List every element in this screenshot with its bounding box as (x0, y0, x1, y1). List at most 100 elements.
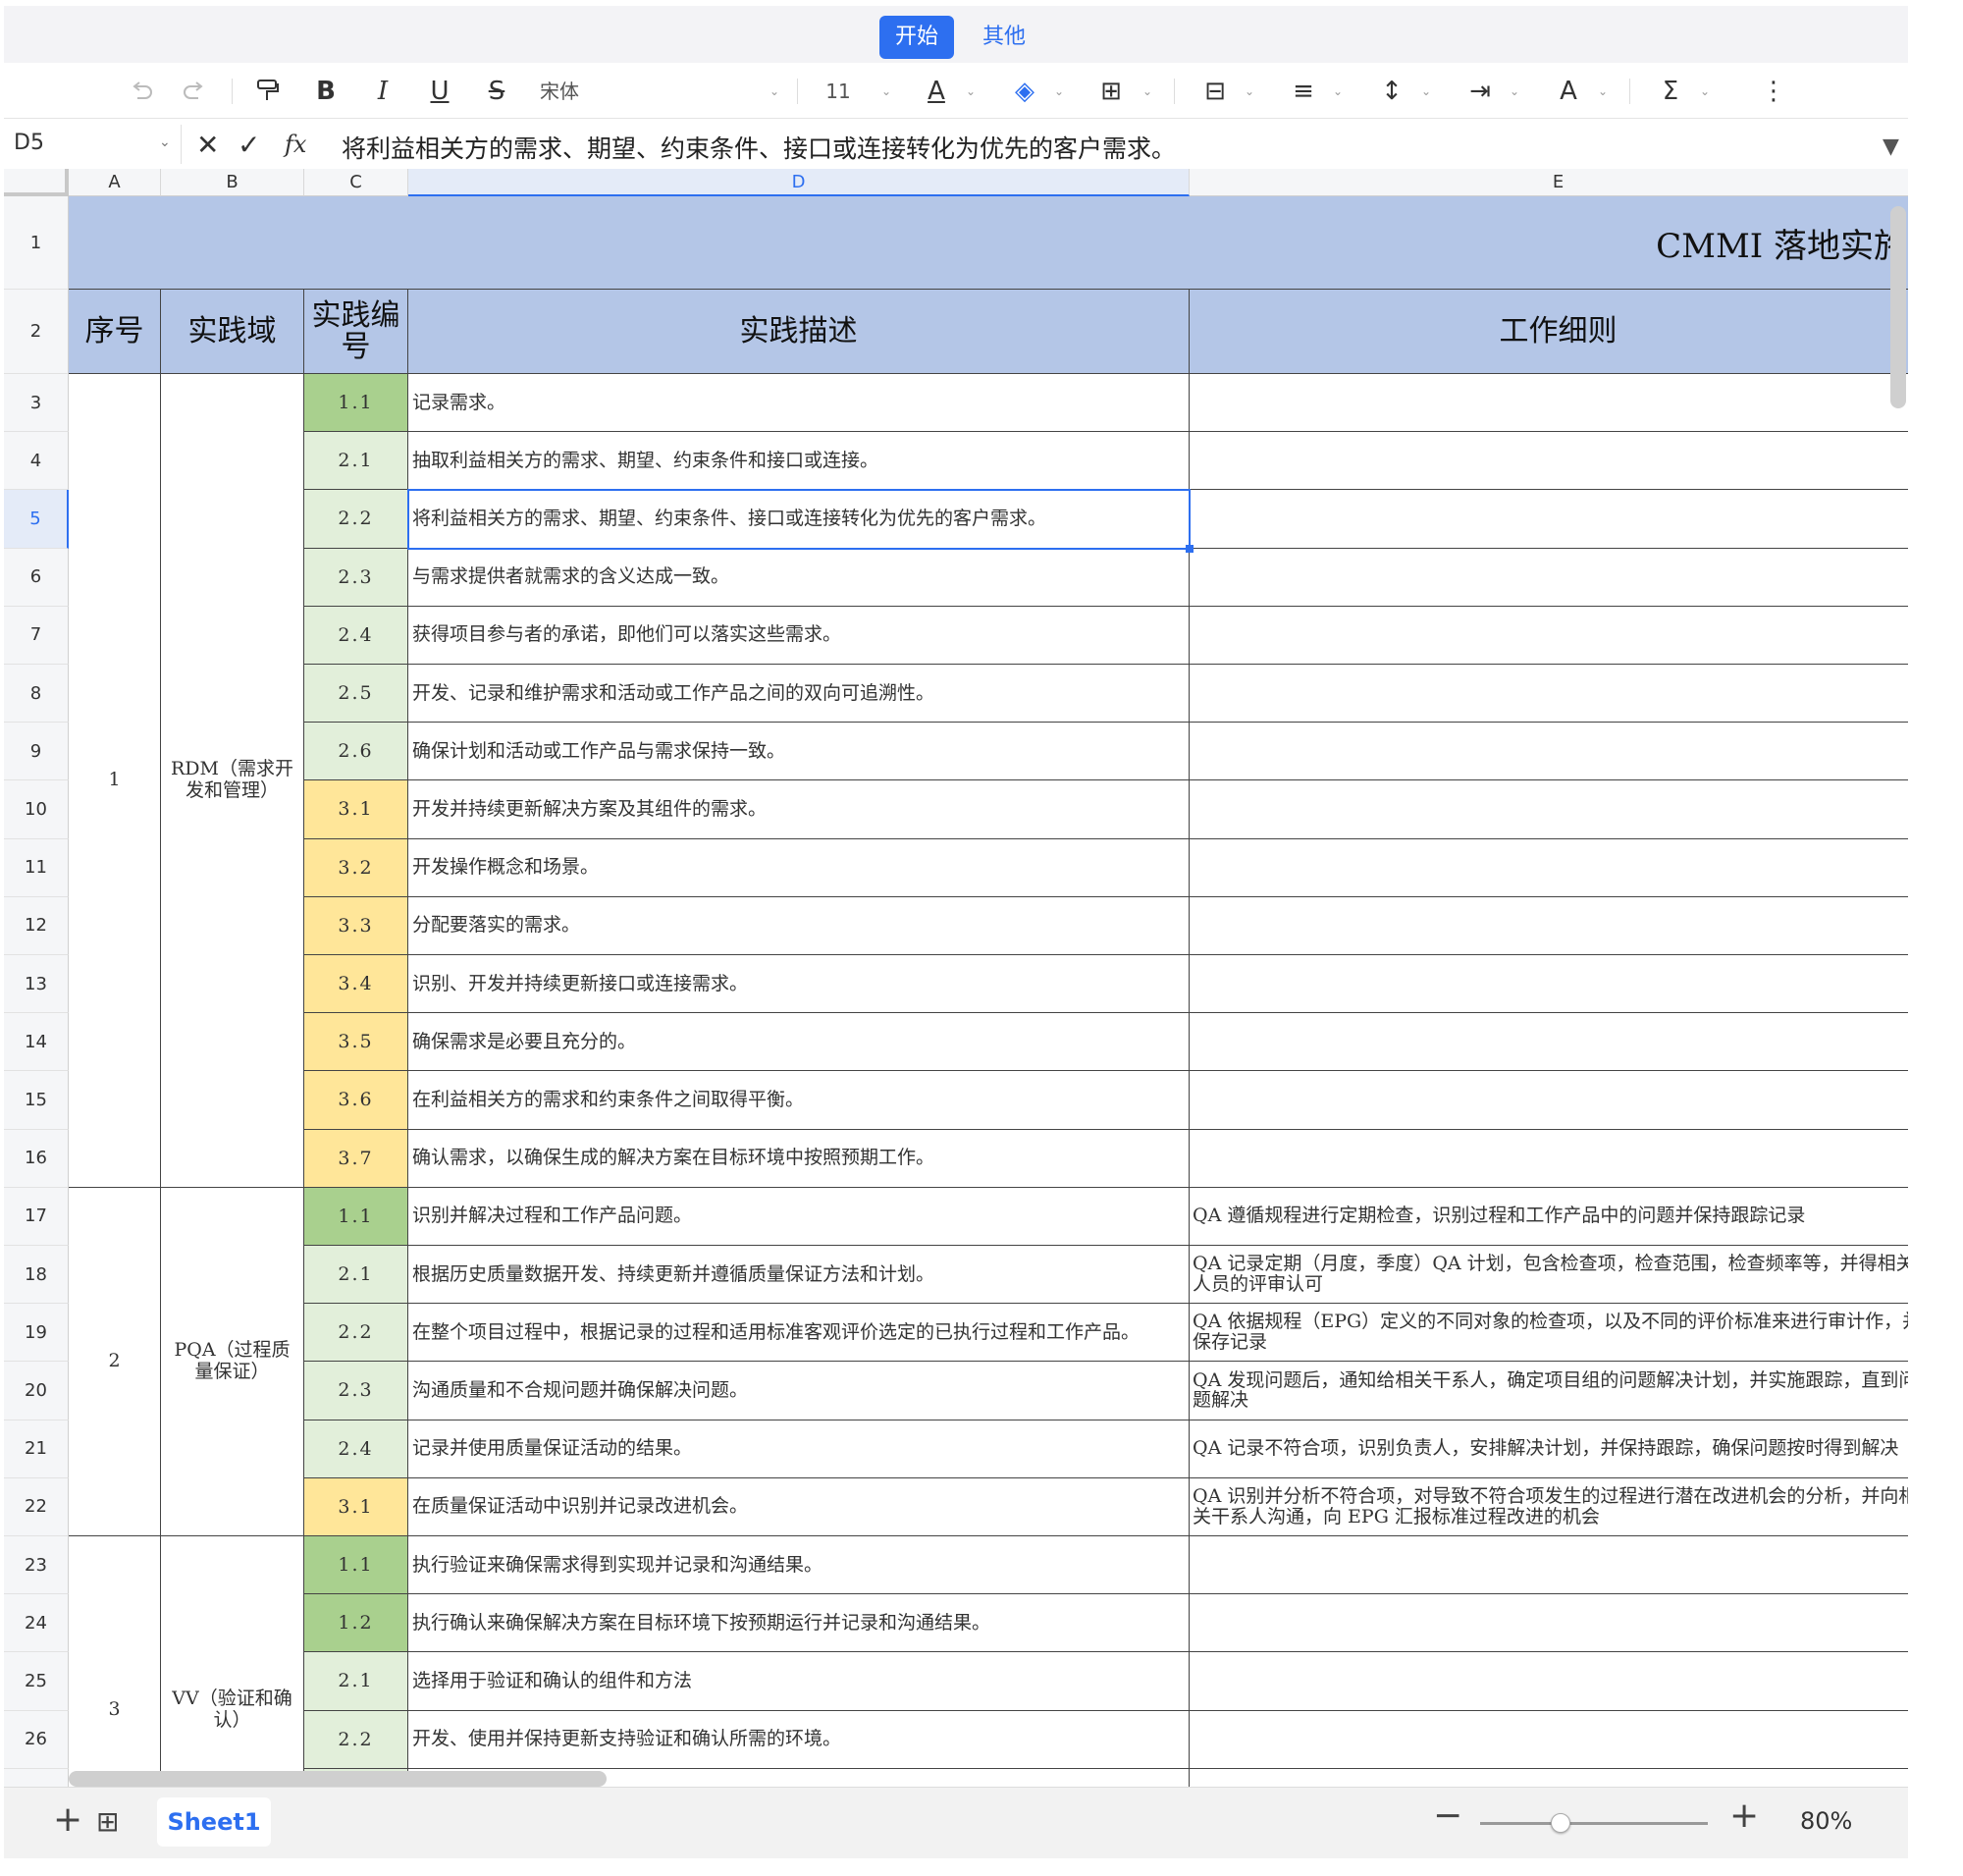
row-header[interactable]: 16 (4, 1129, 69, 1188)
practice-code-cell[interactable]: 3.5 (304, 1013, 408, 1072)
row-header[interactable]: 10 (4, 780, 69, 839)
horizontal-scrollbar[interactable] (69, 1771, 607, 1787)
practice-code-cell[interactable]: 1.1 (304, 1536, 408, 1595)
formula-input[interactable]: 将利益相关方的需求、期望、约束条件、接口或连接转化为优先的客户需求。 (342, 130, 1176, 165)
practice-code-cell[interactable]: 3.7 (304, 1129, 408, 1188)
practice-code-cell[interactable]: 3.2 (304, 838, 408, 897)
chevron-down-icon[interactable]: ⌄ (769, 84, 779, 98)
row-header[interactable]: 17 (4, 1187, 69, 1246)
tab-other[interactable]: 其他 (970, 16, 1038, 59)
work-detail-cell[interactable] (1190, 897, 1908, 955)
select-all-corner[interactable] (4, 169, 69, 196)
column-header-a[interactable]: A (69, 169, 161, 196)
chevron-down-icon[interactable]: ⌄ (159, 134, 171, 150)
practice-code-cell[interactable]: 1.1 (304, 1187, 408, 1246)
more-icon[interactable]: ⋮ (1761, 77, 1786, 106)
work-detail-cell[interactable]: QA 记录不符合项，识别负责人，安排解决计划，并保持跟踪，确保问题按时得到解决 (1190, 1420, 1908, 1478)
row-header[interactable]: 2 (4, 290, 69, 374)
practice-code-cell[interactable]: 2.3 (304, 548, 408, 607)
row-header[interactable]: 12 (4, 896, 69, 955)
row-header[interactable]: 25 (4, 1652, 69, 1711)
practice-code-cell[interactable]: 3.6 (304, 1071, 408, 1130)
practice-description-cell[interactable]: 确认需求，以确保生成的解决方案在目标环境中按照预期工作。 (408, 1129, 1190, 1188)
row-header[interactable]: 21 (4, 1420, 69, 1478)
practice-description-cell[interactable]: 记录需求。 (408, 374, 1190, 433)
chevron-down-icon[interactable]: ⌄ (1598, 84, 1608, 98)
row-header[interactable]: 4 (4, 432, 69, 491)
practice-code-cell[interactable]: 2.2 (304, 490, 408, 549)
work-detail-cell[interactable] (1190, 549, 1908, 607)
row-header[interactable]: 26 (4, 1710, 69, 1769)
seq-cell[interactable]: 3 (69, 1536, 161, 1787)
work-detail-cell[interactable] (1190, 955, 1908, 1014)
cancel-icon[interactable]: ✕ (196, 129, 219, 161)
practice-description-cell[interactable]: 抽取利益相关方的需求、期望、约束条件和接口或连接。 (408, 432, 1190, 491)
row-header[interactable]: 23 (4, 1536, 69, 1595)
practice-description-cell[interactable]: 根据历史质量数据开发、持续更新并遵循质量保证方法和计划。 (408, 1246, 1190, 1305)
align-icon[interactable]: ≡ (1288, 77, 1319, 106)
row-header[interactable]: 22 (4, 1477, 69, 1536)
practice-code-cell[interactable]: 2.1 (304, 1652, 408, 1711)
row-header[interactable]: 20 (4, 1362, 69, 1420)
italic-button[interactable]: I (367, 77, 398, 106)
vertical-align-icon[interactable]: ↕ (1376, 77, 1407, 106)
practice-domain-cell[interactable]: RDM（需求开发和管理） (161, 374, 304, 1188)
chevron-down-icon[interactable]: ⌄ (1421, 84, 1431, 98)
work-detail-cell[interactable] (1190, 1536, 1908, 1595)
work-detail-cell[interactable] (1190, 1071, 1908, 1130)
work-detail-cell[interactable] (1190, 780, 1908, 839)
practice-description-cell[interactable]: 确保需求是必要且充分的。 (408, 1013, 1190, 1072)
practice-description-cell[interactable]: 在整个项目过程中，根据记录的过程和适用标准客观评价选定的已执行过程和工作产品。 (408, 1304, 1190, 1363)
work-detail-cell[interactable]: QA 识别并分析不符合项，对导致不符合项发生的过程进行潜在改进机会的分析，并向相… (1190, 1478, 1908, 1536)
chevron-down-icon[interactable]: ⌄ (1510, 84, 1519, 98)
row-header[interactable]: 5 (4, 490, 69, 549)
column-header-e[interactable]: E (1190, 169, 1908, 196)
work-detail-cell[interactable] (1190, 374, 1908, 433)
seq-cell[interactable]: 2 (69, 1187, 161, 1536)
font-name-select[interactable]: 宋体 (540, 77, 599, 106)
practice-code-cell[interactable]: 2.5 (304, 665, 408, 724)
row-header[interactable]: 3 (4, 374, 69, 433)
row-header[interactable]: 9 (4, 723, 69, 781)
format-painter-icon[interactable] (251, 77, 283, 106)
practice-description-cell[interactable]: 分配要落实的需求。 (408, 896, 1190, 955)
practice-description-cell[interactable]: 沟通质量和不合规问题并确保解决问题。 (408, 1362, 1190, 1420)
wrap-text-icon[interactable]: ⇥ (1464, 77, 1496, 106)
bold-button[interactable]: B (310, 77, 342, 106)
work-detail-cell[interactable] (1190, 432, 1908, 491)
practice-description-cell[interactable]: 识别并解决过程和工作产品问题。 (408, 1187, 1190, 1246)
fill-handle[interactable] (1186, 544, 1194, 553)
practice-code-cell[interactable]: 2.1 (304, 1246, 408, 1305)
work-detail-cell[interactable] (1190, 723, 1908, 781)
zoom-in-icon[interactable]: + (1729, 1796, 1759, 1836)
row-header[interactable]: 24 (4, 1594, 69, 1653)
chevron-down-icon[interactable]: ⌄ (1245, 84, 1254, 98)
spreadsheet-grid[interactable]: A B C D E 1 2 3 4 5 6 7 8 9 10 11 12 13 14 15 16 17 18 19 20 21 22… (4, 169, 1908, 1787)
chevron-down-icon[interactable]: ⌄ (1333, 84, 1343, 98)
underline-button[interactable]: U (424, 77, 455, 106)
practice-code-cell[interactable]: 2.3 (304, 1362, 408, 1420)
practice-code-cell[interactable]: 2.2 (304, 1710, 408, 1769)
practice-code-cell[interactable]: 2.6 (304, 723, 408, 781)
work-detail-cell[interactable] (1190, 1711, 1908, 1769)
border-icon[interactable]: ⊞ (1095, 77, 1127, 106)
text-direction-icon[interactable]: A (1553, 77, 1584, 106)
expand-formula-icon[interactable]: ▼ (1883, 134, 1899, 159)
zoom-out-icon[interactable]: − (1433, 1796, 1462, 1836)
work-detail-cell[interactable] (1190, 1769, 1908, 1787)
work-detail-cell[interactable] (1190, 607, 1908, 665)
practice-description-cell[interactable]: 在利益相关方的需求和约束条件之间取得平衡。 (408, 1071, 1190, 1130)
sheet-tab-sheet1[interactable]: Sheet1 (157, 1797, 271, 1847)
chevron-down-icon[interactable]: ⌄ (1054, 84, 1064, 98)
practice-description-cell[interactable]: 获得项目参与者的承诺，即他们可以落实这些需求。 (408, 606, 1190, 665)
column-header-d[interactable]: D (408, 169, 1190, 196)
practice-description-cell[interactable]: 记录并使用质量保证活动的结果。 (408, 1420, 1190, 1478)
row-header[interactable]: 6 (4, 548, 69, 607)
row-header[interactable]: 14 (4, 1013, 69, 1072)
vertical-scrollbar[interactable] (1890, 206, 1906, 408)
zoom-slider-thumb[interactable] (1551, 1813, 1571, 1833)
column-header-c[interactable]: C (304, 169, 408, 196)
practice-description-cell[interactable]: 选择用于验证和确认的组件和方法 (408, 1652, 1190, 1711)
practice-description-cell[interactable]: 在质量保证活动中识别并记录改进机会。 (408, 1477, 1190, 1536)
sum-icon[interactable]: Σ (1655, 77, 1686, 106)
